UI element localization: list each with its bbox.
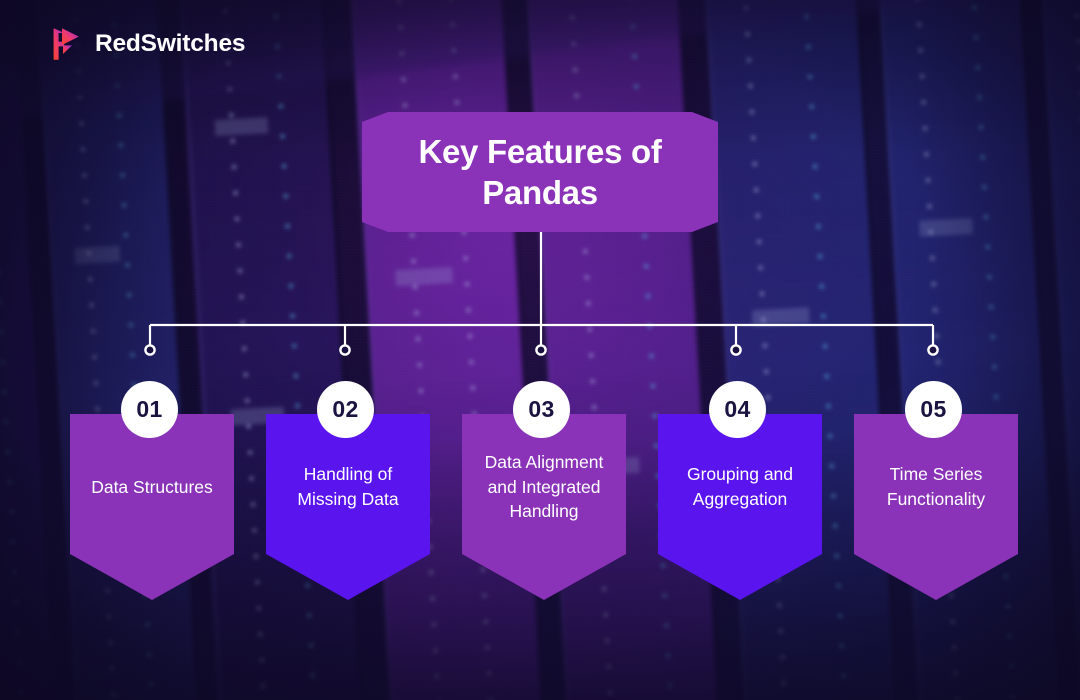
- feature-badge-4: 04: [709, 381, 766, 438]
- title-banner: Key Features of Pandas: [362, 112, 718, 232]
- feature-badge-number: 03: [528, 396, 555, 422]
- brand-name: RedSwitches: [95, 29, 246, 57]
- feature-badge-number: 05: [920, 396, 947, 422]
- brand-logo[interactable]: RedSwitches: [52, 27, 245, 61]
- feature-card-label: Handling of Missing Data: [297, 464, 399, 509]
- feature-card-label: Time Series Functionality: [886, 464, 986, 509]
- feature-badge-1: 01: [121, 381, 178, 438]
- feature-badge-2: 02: [317, 381, 374, 438]
- feature-badge-3: 03: [513, 381, 570, 438]
- feature-badge-number: 01: [136, 396, 163, 422]
- feature-badge-5: 05: [905, 381, 962, 438]
- infographic-canvas: RedSwitches Key Features of Pandas Data: [0, 0, 1080, 700]
- feature-card-label: Grouping and Aggregation: [686, 464, 794, 509]
- feature-card-label: Data Alignment and Integrated Handling: [484, 451, 604, 522]
- feature-badge-number: 02: [332, 396, 359, 422]
- page-title-line-1: Key Features of: [418, 132, 662, 170]
- feature-card-label: Data Structures: [91, 476, 213, 497]
- page-title-line-2: Pandas: [482, 174, 598, 211]
- feature-badge-number: 04: [724, 396, 751, 422]
- redswitches-play-r-icon: [53, 28, 79, 60]
- page-title: Key Features of Pandas: [418, 131, 661, 214]
